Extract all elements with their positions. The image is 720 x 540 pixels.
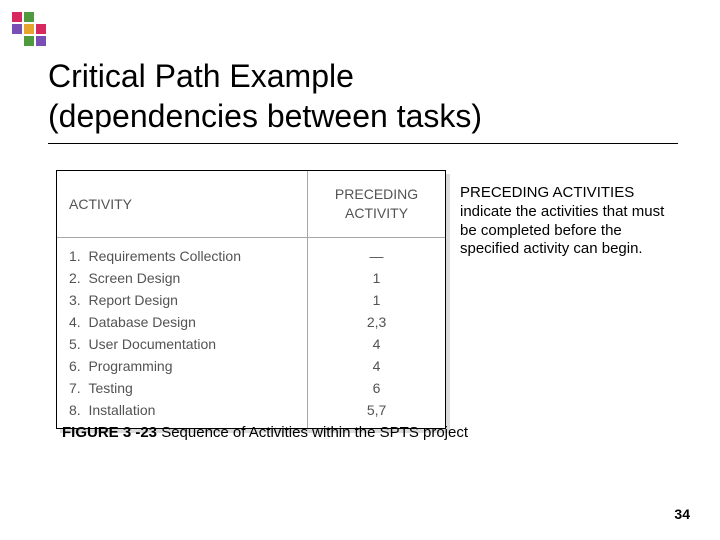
side-explanation-body: indicate the activities that must be com… <box>460 203 664 258</box>
slide-title: Critical Path Example (dependencies betw… <box>48 56 482 136</box>
page-number: 34 <box>674 506 690 522</box>
table-row: 5. User Documentation4 <box>57 333 445 355</box>
title-underline <box>48 143 678 144</box>
side-explanation: PRECEDING ACTIVITIES indicate the activi… <box>460 184 680 259</box>
header-preceding: PRECEDING ACTIVITY <box>308 171 445 237</box>
activity-table-container: ACTIVITY PRECEDING ACTIVITY 1. Requireme… <box>56 170 446 429</box>
table-row: 1. Requirements Collection— <box>57 237 445 267</box>
figure-caption-label: FIGURE 3 -23 <box>62 424 157 441</box>
figure-caption: FIGURE 3 -23 Sequence of Activities with… <box>62 424 468 441</box>
table-row: 6. Programming4 <box>57 355 445 377</box>
header-activity: ACTIVITY <box>57 171 308 237</box>
slide-logo <box>12 12 48 48</box>
table-row: 2. Screen Design1 <box>57 267 445 289</box>
table-row: 3. Report Design1 <box>57 289 445 311</box>
table-row: 7. Testing6 <box>57 377 445 399</box>
side-explanation-head: PRECEDING ACTIVITIES <box>460 184 634 201</box>
figure-caption-text: Sequence of Activities within the SPTS p… <box>157 424 468 441</box>
activity-table: ACTIVITY PRECEDING ACTIVITY 1. Requireme… <box>57 171 445 428</box>
table-row: 4. Database Design2,3 <box>57 311 445 333</box>
